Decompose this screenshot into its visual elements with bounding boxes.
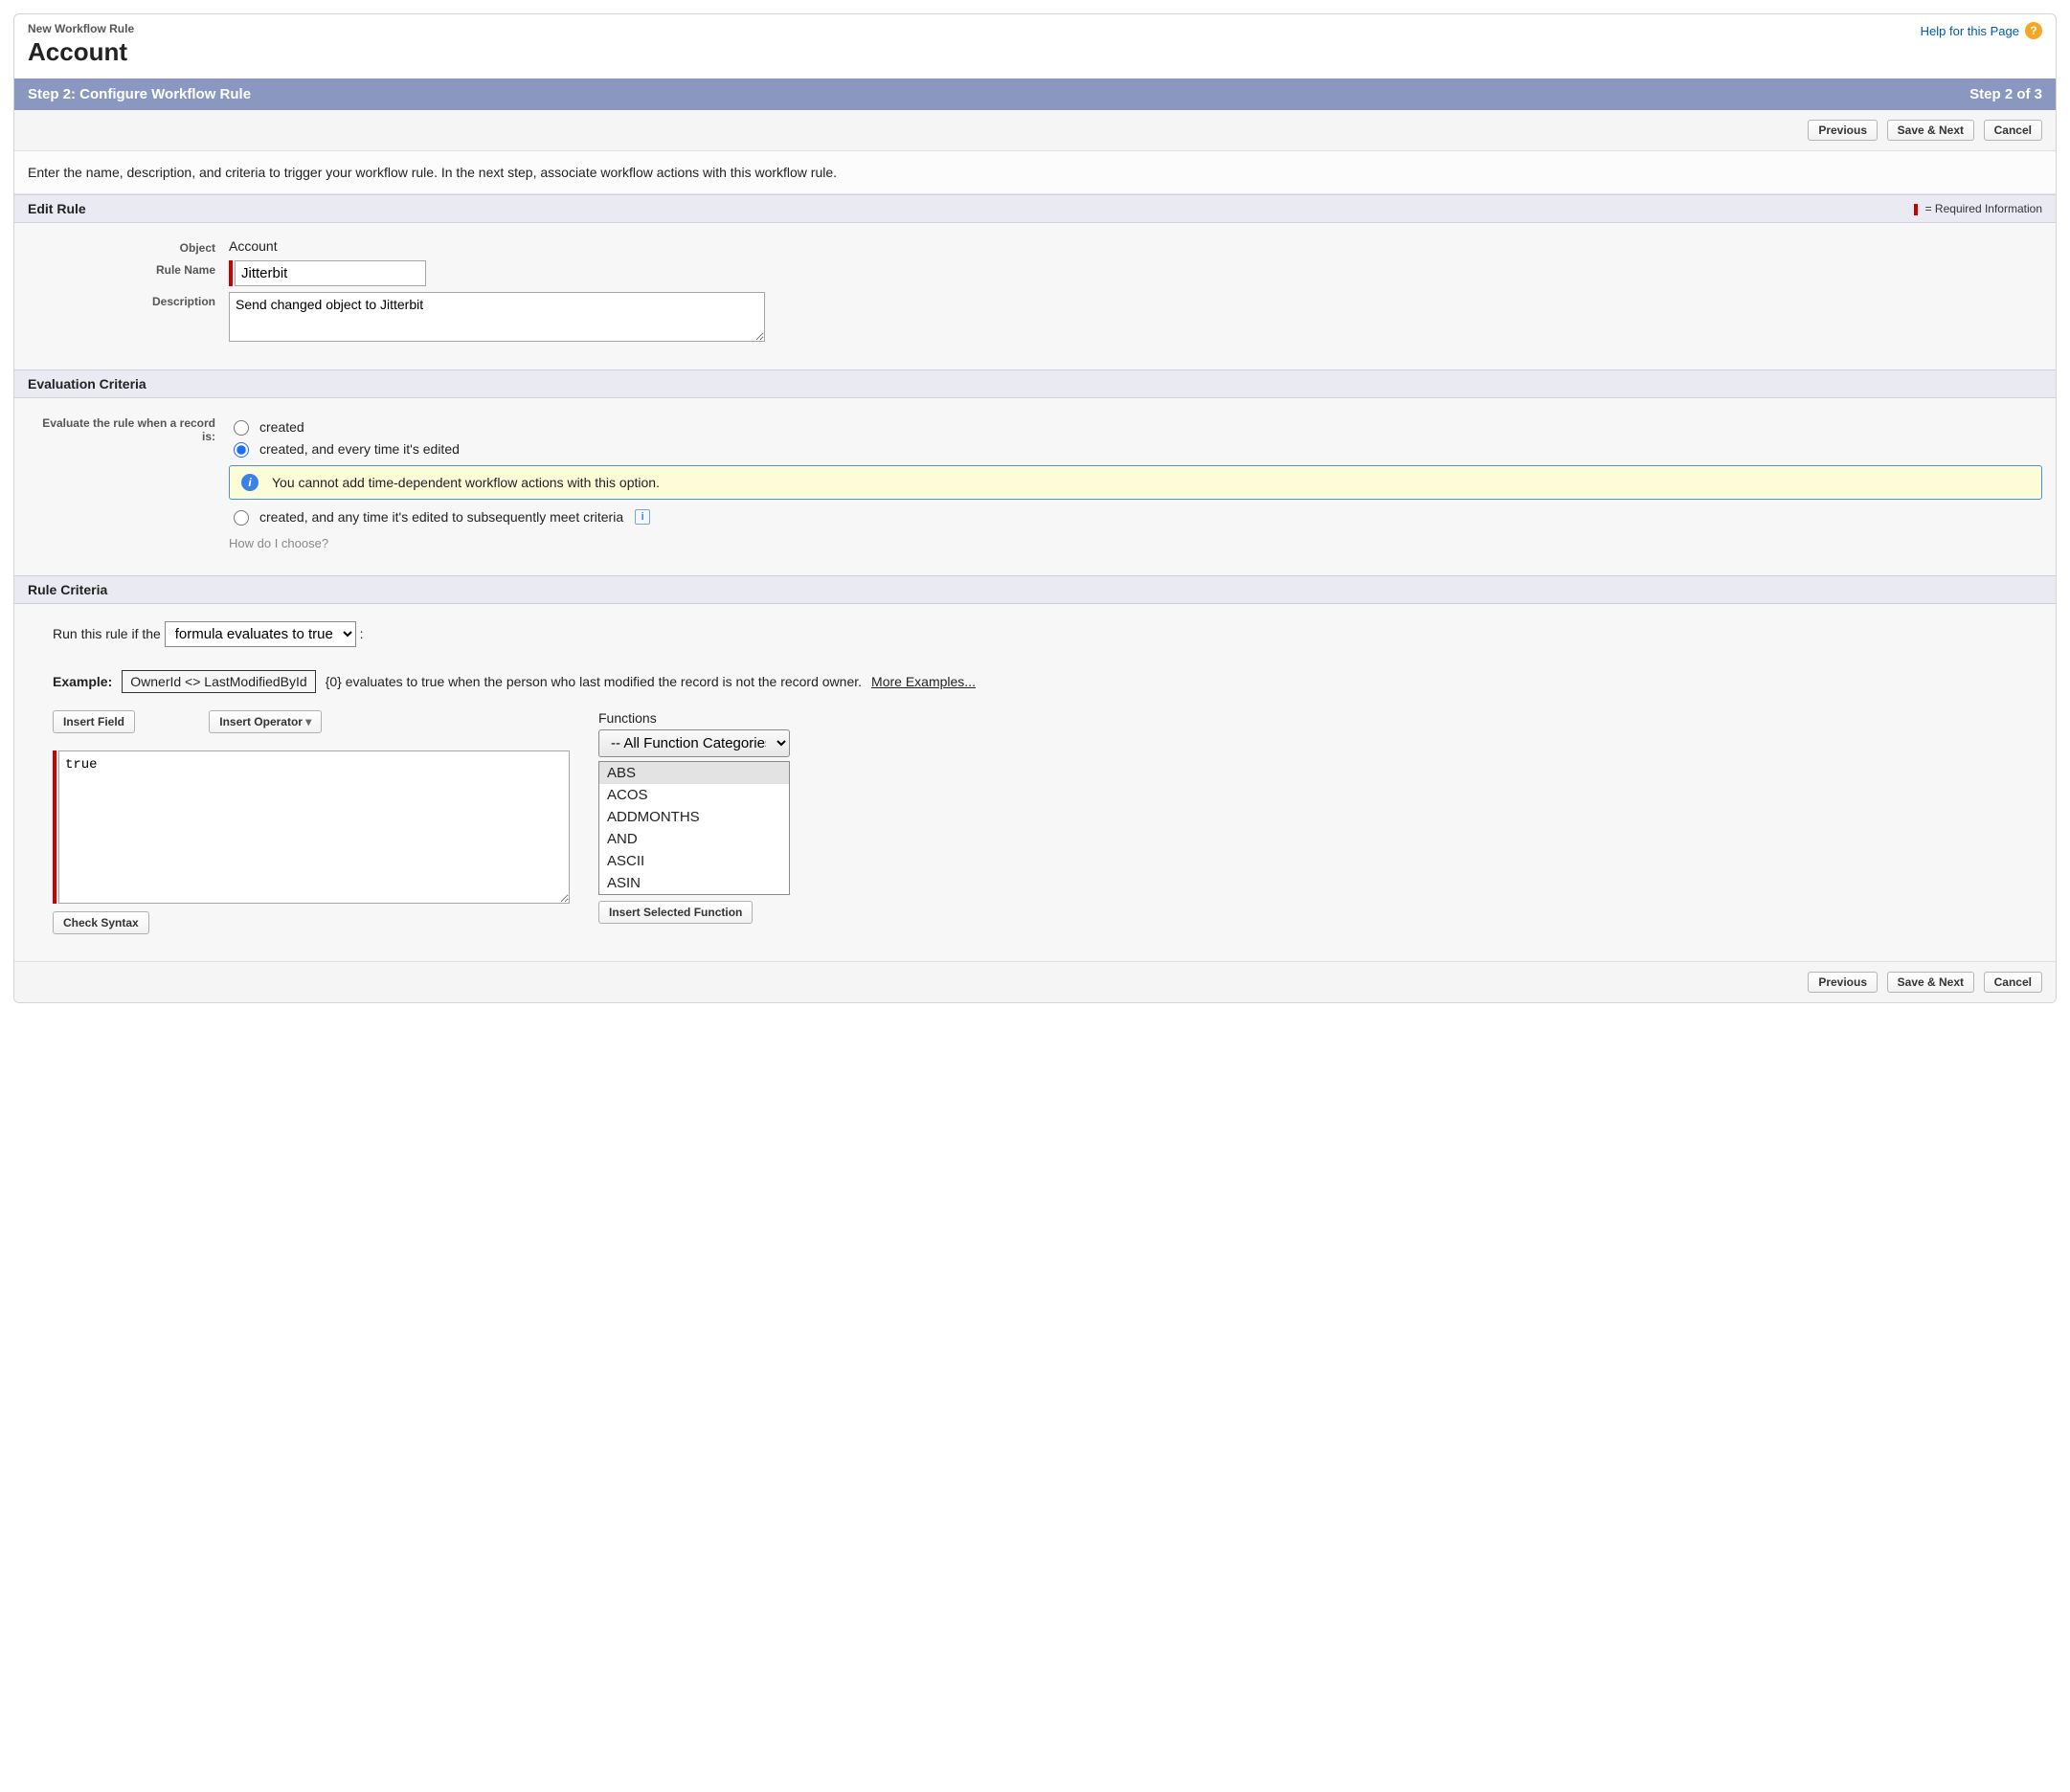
- required-marker-icon: [53, 750, 56, 904]
- cancel-button[interactable]: Cancel: [1984, 972, 2042, 993]
- required-note: = Required Information: [1914, 202, 2042, 215]
- insert-field-button[interactable]: Insert Field: [53, 710, 135, 733]
- rule-name-label: Rule Name: [28, 260, 229, 277]
- criteria-select[interactable]: formula evaluates to true: [165, 621, 356, 647]
- example-box: OwnerId <> LastModifiedById: [122, 670, 315, 693]
- save-next-button[interactable]: Save & Next: [1887, 120, 1974, 141]
- help-link[interactable]: Help for this Page ?: [1921, 22, 2042, 39]
- radio-created[interactable]: [234, 420, 249, 436]
- functions-label: Functions: [598, 710, 799, 726]
- example-label: Example:: [53, 674, 112, 689]
- previous-button[interactable]: Previous: [1808, 120, 1878, 141]
- hint-icon[interactable]: i: [635, 509, 650, 525]
- step-title: Step 2: Configure Workflow Rule: [28, 86, 251, 102]
- evaluation-body: Evaluate the rule when a record is: crea…: [14, 398, 2056, 575]
- description-label: Description: [28, 292, 229, 308]
- run-suffix: :: [360, 626, 364, 641]
- edit-rule-title: Edit Rule: [28, 201, 86, 216]
- radio-created-edited[interactable]: [234, 442, 249, 458]
- info-block: i You cannot add time-dependent workflow…: [229, 465, 2042, 500]
- previous-button[interactable]: Previous: [1808, 972, 1878, 993]
- rule-criteria-body: Run this rule if the formula evaluates t…: [14, 604, 2056, 961]
- required-marker-icon: [229, 260, 233, 286]
- function-list[interactable]: ABS ACOS ADDMONTHS AND ASCII ASIN: [598, 761, 790, 895]
- function-item[interactable]: ADDMONTHS: [599, 806, 789, 828]
- step-bar: Step 2: Configure Workflow Rule Step 2 o…: [14, 78, 2056, 110]
- evaluate-label: Evaluate the rule when a record is:: [28, 414, 229, 443]
- function-item[interactable]: ASCII: [599, 850, 789, 872]
- function-item[interactable]: ACOS: [599, 784, 789, 806]
- insert-selected-function-button[interactable]: Insert Selected Function: [598, 901, 753, 924]
- radio-meet-criteria-label: created, and any time it's edited to sub…: [259, 509, 623, 525]
- check-syntax-button[interactable]: Check Syntax: [53, 911, 149, 934]
- object-value: Account: [229, 238, 2042, 254]
- function-category-select[interactable]: -- All Function Categories: [598, 729, 790, 757]
- object-label: Object: [28, 238, 229, 255]
- function-item[interactable]: ASIN: [599, 872, 789, 894]
- description-input[interactable]: [229, 292, 765, 342]
- evaluation-header: Evaluation Criteria: [14, 370, 2056, 398]
- rule-name-input[interactable]: [235, 260, 426, 286]
- edit-rule-header: Edit Rule = Required Information: [14, 194, 2056, 223]
- help-icon: ?: [2025, 22, 2042, 39]
- run-prefix: Run this rule if the: [53, 626, 161, 641]
- criteria-intro: Run this rule if the formula evaluates t…: [53, 621, 2042, 647]
- more-examples-link[interactable]: More Examples...: [871, 674, 976, 689]
- function-item[interactable]: AND: [599, 828, 789, 850]
- workflow-rule-container: New Workflow Rule Account Help for this …: [13, 13, 2057, 1003]
- function-item[interactable]: ABS: [599, 762, 789, 784]
- info-icon: i: [241, 474, 259, 491]
- example-text: {0} evaluates to true when the person wh…: [326, 674, 862, 689]
- required-bar-icon: [1914, 204, 1918, 215]
- example-row: Example: OwnerId <> LastModifiedById {0}…: [53, 670, 2042, 693]
- radio-created-edited-label: created, and every time it's edited: [259, 441, 460, 457]
- page-header: New Workflow Rule Account Help for this …: [14, 14, 2056, 78]
- edit-rule-body: Object Account Rule Name Description: [14, 223, 2056, 370]
- save-next-button[interactable]: Save & Next: [1887, 972, 1974, 993]
- insert-operator-button[interactable]: Insert Operator: [209, 710, 322, 733]
- formula-input[interactable]: [58, 750, 570, 904]
- page-title: Account: [28, 37, 134, 67]
- radio-created-label: created: [259, 419, 304, 435]
- step-progress: Step 2 of 3: [1969, 86, 2042, 102]
- rule-criteria-header: Rule Criteria: [14, 575, 2056, 604]
- button-row-top: Previous Save & Next Cancel: [14, 110, 2056, 151]
- intro-text: Enter the name, description, and criteri…: [14, 151, 2056, 194]
- breadcrumb: New Workflow Rule: [28, 22, 134, 35]
- info-text: You cannot add time-dependent workflow a…: [272, 475, 660, 490]
- formula-area: Insert Field Insert Operator Check Synta…: [53, 710, 2042, 934]
- rule-criteria-title: Rule Criteria: [28, 582, 107, 597]
- evaluation-title: Evaluation Criteria: [28, 376, 146, 392]
- button-row-bottom: Previous Save & Next Cancel: [14, 961, 2056, 1002]
- how-choose-link[interactable]: How do I choose?: [229, 536, 328, 550]
- help-link-text: Help for this Page: [1921, 24, 2019, 38]
- radio-meet-criteria[interactable]: [234, 510, 249, 526]
- cancel-button[interactable]: Cancel: [1984, 120, 2042, 141]
